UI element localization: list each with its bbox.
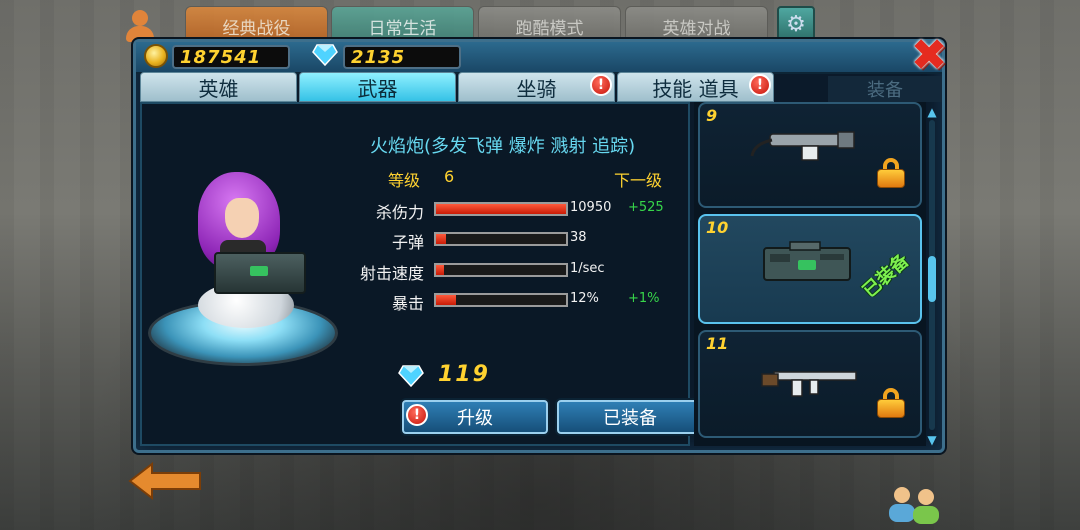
gear-icon[interactable]: ⚙ — [777, 6, 815, 42]
diamond-icon — [312, 44, 338, 66]
scroll-thumb[interactable] — [928, 256, 936, 302]
flame-cannon-icon — [763, 241, 851, 281]
stat-value-damage: 10950 — [570, 200, 612, 215]
equipped-button[interactable]: 已装备 — [557, 400, 703, 434]
exclamation-icon: ! — [590, 74, 612, 96]
stat-bar-fire-rate — [434, 263, 568, 277]
weapon-number: 10 — [706, 218, 729, 237]
stat-fill — [436, 234, 447, 244]
gold-amount: 187541 — [172, 45, 290, 69]
next-level-label: 下一级 — [614, 171, 663, 190]
tab-heroes[interactable]: 英雄 — [140, 72, 297, 102]
stat-plus-crit: +1% — [628, 291, 660, 306]
exclamation-icon: ! — [749, 74, 771, 96]
scroll-up-icon[interactable]: ▲ — [926, 106, 938, 118]
rocket-launcher-icon — [750, 131, 855, 161]
weapon-number: 9 — [706, 106, 718, 125]
stat-fill — [436, 265, 444, 275]
stat-label-damage: 杀伤力 — [375, 203, 424, 222]
tab-weapons[interactable]: 武器 — [299, 72, 456, 102]
button-label: 升级 — [457, 408, 493, 429]
stat-value-bullets: 38 — [570, 230, 587, 245]
stat-bar-crit — [434, 293, 568, 307]
stat-fill — [436, 295, 456, 305]
stat-fill — [436, 204, 566, 214]
exclamation-icon: ! — [406, 404, 428, 426]
friends-icon[interactable] — [884, 484, 946, 524]
scroll-down-icon[interactable]: ▼ — [926, 434, 938, 446]
stat-label-bullets: 子弹 — [391, 233, 424, 252]
level-value: 6 — [444, 167, 455, 186]
diamond-icon — [398, 365, 424, 387]
level-label: 等级 — [388, 171, 421, 190]
stat-value-crit: 12% — [570, 291, 599, 306]
tommy-gun-icon — [761, 371, 857, 397]
weapon-number: 11 — [706, 334, 729, 353]
stat-plus-damage: +525 — [628, 200, 664, 215]
weapon-list-scrollbar[interactable]: ▲ ▼ — [926, 106, 938, 446]
weapon-name: 火焰炮(多发飞弹 爆炸 溅射 追踪) — [370, 136, 636, 157]
stat-bar-bullets — [434, 232, 568, 246]
back-arrow-icon[interactable] — [128, 462, 202, 500]
hero-face — [225, 198, 259, 238]
stat-label-fire-rate: 射击速度 — [359, 264, 424, 283]
upgrade-cost: 119 — [438, 362, 490, 387]
button-label: 已装备 — [603, 408, 657, 429]
close-icon[interactable]: ✖ — [907, 34, 951, 78]
tab-equipment[interactable]: 装备 — [828, 76, 942, 102]
stat-label-crit: 暴击 — [391, 294, 424, 313]
hero-weapon — [214, 252, 306, 294]
diamond-amount: 2135 — [343, 45, 461, 69]
stat-bar-damage — [434, 202, 568, 216]
gold-coin-icon — [144, 44, 168, 68]
lock-icon — [876, 158, 906, 188]
stat-value-fire-rate: 1/sec — [570, 261, 605, 276]
lock-icon — [876, 388, 906, 418]
